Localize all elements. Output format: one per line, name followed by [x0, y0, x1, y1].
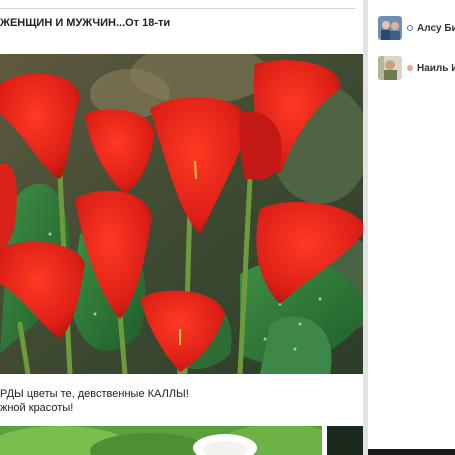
post-title[interactable]: ЖЕНЩИН И МУЖЧИН...От 18-ти — [0, 17, 360, 33]
contact-item[interactable]: Наиль И — [378, 56, 455, 80]
online-status-icon — [407, 25, 413, 31]
post-photo-calla-lilies[interactable] — [0, 54, 363, 374]
contact-name: Наиль И — [417, 62, 455, 74]
post-divider — [0, 8, 355, 9]
avatar — [378, 56, 402, 80]
post-caption: РДЫ цветы те, девственные КАЛЛЫ! жной кр… — [0, 387, 360, 415]
contact-item[interactable]: Алсу Би — [378, 16, 455, 40]
caption-line-1: РДЫ цветы те, девственные КАЛЛЫ! — [0, 388, 189, 400]
avatar — [378, 16, 402, 40]
next-post-photo-2[interactable] — [327, 426, 363, 455]
page: ЖЕНЩИН И МУЖЧИН...От 18-ти РДЫ цветы те,… — [0, 0, 455, 455]
feed-post: ЖЕНЩИН И МУЖЧИН...От 18-ти РДЫ цветы те,… — [0, 0, 363, 455]
contact-name: Алсу Би — [417, 22, 455, 34]
contacts-sidebar: Алсу Би Наиль И — [368, 0, 455, 455]
caption-line-2: жной красоты! — [0, 402, 74, 414]
next-post-photo[interactable] — [0, 426, 322, 455]
online-status-icon — [407, 65, 413, 71]
bottom-bar — [368, 449, 455, 455]
